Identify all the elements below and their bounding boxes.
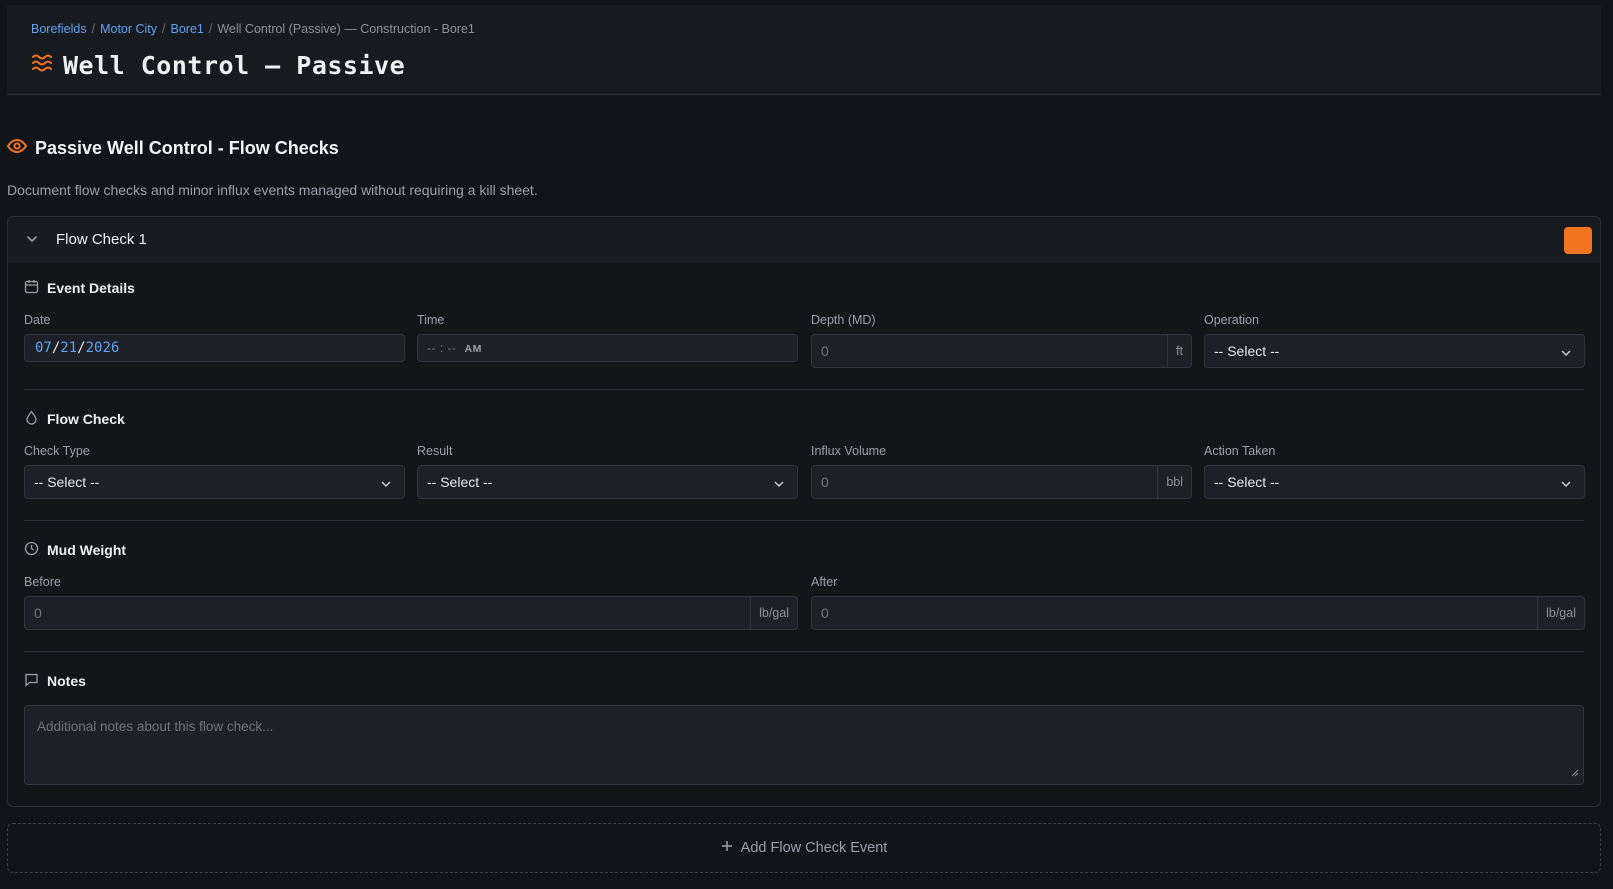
- depth-unit: ft: [1167, 335, 1191, 367]
- breadcrumb-current: Well Control (Passive) — Construction - …: [217, 22, 475, 36]
- calendar-icon: [24, 279, 39, 297]
- check-type-label: Check Type: [24, 444, 90, 458]
- date-year[interactable]: 2026: [86, 340, 120, 356]
- date-day[interactable]: 21: [60, 340, 77, 356]
- chevron-down-icon[interactable]: [25, 232, 39, 251]
- depth-input[interactable]: 0 ft: [811, 334, 1192, 368]
- section-title: Passive Well Control - Flow Checks: [35, 138, 339, 158]
- add-button-label: Add Flow Check Event: [740, 840, 888, 856]
- influx-unit: bbl: [1157, 466, 1191, 498]
- gauge-icon: [24, 541, 39, 559]
- delete-flow-check-button[interactable]: [1564, 227, 1592, 254]
- chevron-down-icon: [1560, 477, 1572, 493]
- breadcrumb-bore1[interactable]: Bore1: [171, 22, 204, 36]
- droplet-icon: [24, 410, 39, 428]
- influx-volume-input[interactable]: 0 bbl: [811, 465, 1192, 499]
- eye-icon: [6, 138, 28, 159]
- mud-weight-heading: Mud Weight: [24, 541, 126, 559]
- breadcrumb-borefields[interactable]: Borefields: [31, 22, 87, 36]
- breadcrumb-separator: /: [208, 22, 213, 36]
- flow-check-card: Flow Check 1 Event Details Date 07/21/20…: [7, 216, 1601, 807]
- action-taken-label: Action Taken: [1204, 444, 1276, 458]
- influx-volume-label: Influx Volume: [811, 444, 887, 458]
- date-input[interactable]: 07/21/2026: [24, 334, 405, 362]
- page-title: Well Control — Passive: [63, 51, 406, 80]
- resize-handle-icon[interactable]: [1569, 765, 1579, 780]
- notes-textarea[interactable]: Additional notes about this flow check..…: [24, 705, 1584, 785]
- divider: [24, 389, 1584, 390]
- operation-label: Operation: [1204, 313, 1259, 327]
- message-square-icon: [24, 672, 39, 690]
- notes-heading: Notes: [24, 672, 86, 690]
- divider: [24, 520, 1584, 521]
- result-label: Result: [417, 444, 453, 458]
- after-label: After: [811, 575, 838, 589]
- result-select[interactable]: -- Select --: [417, 465, 798, 499]
- operation-select[interactable]: -- Select --: [1204, 334, 1585, 368]
- breadcrumb: Borefields / Motor City / Bore1 / Well C…: [31, 22, 475, 36]
- date-label: Date: [24, 313, 51, 327]
- add-flow-check-button[interactable]: Add Flow Check Event: [7, 823, 1601, 873]
- mud-weight-after-input[interactable]: 0 lb/gal: [811, 596, 1585, 630]
- section-description: Document flow checks and minor influx ev…: [7, 182, 538, 198]
- mud-weight-before-input[interactable]: 0 lb/gal: [24, 596, 798, 630]
- waves-icon: [31, 53, 53, 78]
- before-unit: lb/gal: [750, 597, 797, 629]
- chevron-down-icon: [773, 477, 785, 493]
- breadcrumb-separator: /: [91, 22, 96, 36]
- breadcrumb-separator: /: [162, 22, 166, 36]
- card-header[interactable]: Flow Check 1: [8, 217, 1600, 263]
- action-taken-select[interactable]: -- Select --: [1204, 465, 1585, 499]
- divider: [24, 651, 1584, 652]
- chevron-down-icon: [380, 477, 392, 493]
- flow-check-heading: Flow Check: [24, 410, 125, 428]
- event-details-heading: Event Details: [24, 279, 135, 297]
- check-type-select[interactable]: -- Select --: [24, 465, 405, 499]
- card-title: Flow Check 1: [56, 231, 147, 248]
- depth-label: Depth (MD): [811, 313, 876, 327]
- after-unit: lb/gal: [1537, 597, 1584, 629]
- date-month[interactable]: 07: [35, 340, 52, 356]
- plus-icon: [721, 840, 733, 856]
- chevron-down-icon: [1560, 346, 1572, 362]
- time-label: Time: [417, 313, 445, 327]
- time-input[interactable]: -- : -- AM: [417, 334, 798, 362]
- before-label: Before: [24, 575, 61, 589]
- page-header: Borefields / Motor City / Bore1 / Well C…: [7, 5, 1601, 95]
- breadcrumb-motor-city[interactable]: Motor City: [100, 22, 157, 36]
